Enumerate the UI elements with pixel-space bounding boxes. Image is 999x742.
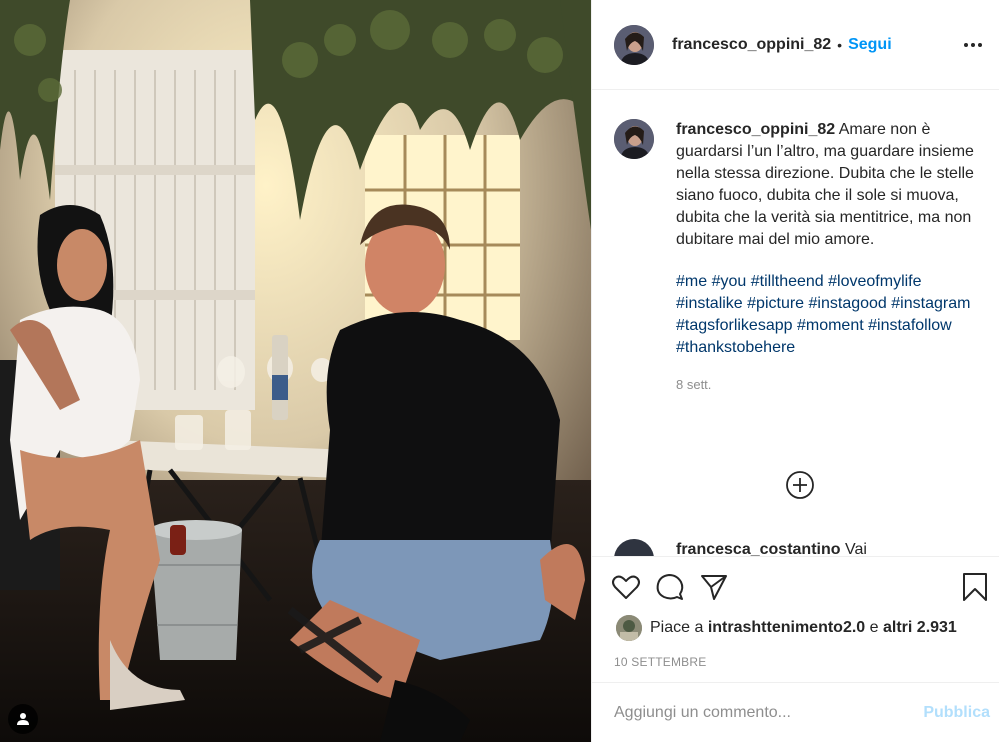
hashtag-link[interactable]: #moment <box>797 317 864 334</box>
user-tags-button[interactable] <box>8 704 38 734</box>
share-button[interactable] <box>698 571 730 603</box>
likes-count-link[interactable]: altri 2.931 <box>883 619 957 637</box>
comment-item: francesca_costantino Vai <box>614 537 984 556</box>
heart-icon <box>612 575 640 599</box>
add-comment-form: Pubblica <box>592 682 999 742</box>
user-icon <box>17 713 29 725</box>
avatar-image <box>616 615 642 641</box>
caption-username-link[interactable]: francesco_oppini_82 <box>676 121 835 138</box>
comment-text: Vai <box>844 541 867 556</box>
post-date[interactable]: 10 SETTEMBRE <box>614 655 706 669</box>
hashtag-link[interactable]: #picture <box>747 295 804 312</box>
author-username-link[interactable]: francesco_oppini_82 <box>672 36 831 54</box>
save-button[interactable] <box>959 571 991 603</box>
hashtag-link[interactable]: #instagram <box>891 295 970 312</box>
caption-body: francesco_oppini_82 Amare non è guardars… <box>676 119 981 396</box>
load-more-comments-button[interactable] <box>785 470 815 500</box>
comment-icon <box>656 574 684 600</box>
likes-summary: Piace a intrashttenimento2.0 e altri 2.9… <box>616 615 957 641</box>
avatar-image <box>614 119 654 159</box>
hashtag-link[interactable]: #tilltheend <box>751 273 824 290</box>
caption-text: Amare non è guardarsi l’un l’altro, ma g… <box>676 121 974 248</box>
post-photo[interactable] <box>0 0 591 742</box>
hashtag-link[interactable]: #thankstobehere <box>676 339 795 356</box>
hashtag-link[interactable]: #instafollow <box>868 317 952 334</box>
separator-dot: • <box>837 36 843 53</box>
commenter-username-link[interactable]: francesca_costantino <box>676 541 841 556</box>
likes-connector: e <box>869 619 879 636</box>
hashtag-link[interactable]: #you <box>712 273 747 290</box>
publish-button[interactable]: Pubblica <box>923 704 990 722</box>
hashtag-link[interactable]: #tagsforlikesapp <box>676 317 793 334</box>
bookmark-icon <box>963 573 987 601</box>
comment-input[interactable] <box>614 703 924 722</box>
comments-area[interactable]: francesco_oppini_82 Amare non è guardars… <box>592 90 999 556</box>
caption-timestamp[interactable]: 8 sett. <box>676 374 981 396</box>
post-actions: Piace a intrashttenimento2.0 e altri 2.9… <box>592 556 999 682</box>
commenter-avatar[interactable] <box>614 539 654 556</box>
comment-body: francesca_costantino Vai <box>676 541 867 556</box>
hashtag-link[interactable]: #instagood <box>809 295 887 312</box>
like-button[interactable] <box>610 571 642 603</box>
post-header: francesco_oppini_82 • Segui <box>592 0 999 90</box>
liker-username-link[interactable]: intrashttenimento2.0 <box>708 619 865 637</box>
hashtag-link[interactable]: #loveofmylife <box>828 273 921 290</box>
hashtag-list: #me #you #tilltheend #loveofmylife #inst… <box>676 271 981 359</box>
share-icon <box>701 575 727 600</box>
comment-button[interactable] <box>654 571 686 603</box>
more-options-button[interactable] <box>961 33 985 57</box>
likes-prefix: Piace a <box>650 619 704 636</box>
photo-scene <box>0 0 591 742</box>
author-avatar[interactable] <box>614 24 654 65</box>
plus-circle-icon <box>786 471 814 499</box>
hashtag-link[interactable]: #instalike <box>676 295 743 312</box>
hashtag-link[interactable]: #me <box>676 273 707 290</box>
liker-avatar[interactable] <box>616 615 642 641</box>
caption-author-avatar[interactable] <box>614 119 654 159</box>
avatar-image <box>614 24 654 65</box>
follow-button[interactable]: Segui <box>848 36 892 54</box>
more-horizontal-icon <box>964 42 982 47</box>
post-side-panel: francesco_oppini_82 • Segui francesco_op… <box>591 0 999 742</box>
